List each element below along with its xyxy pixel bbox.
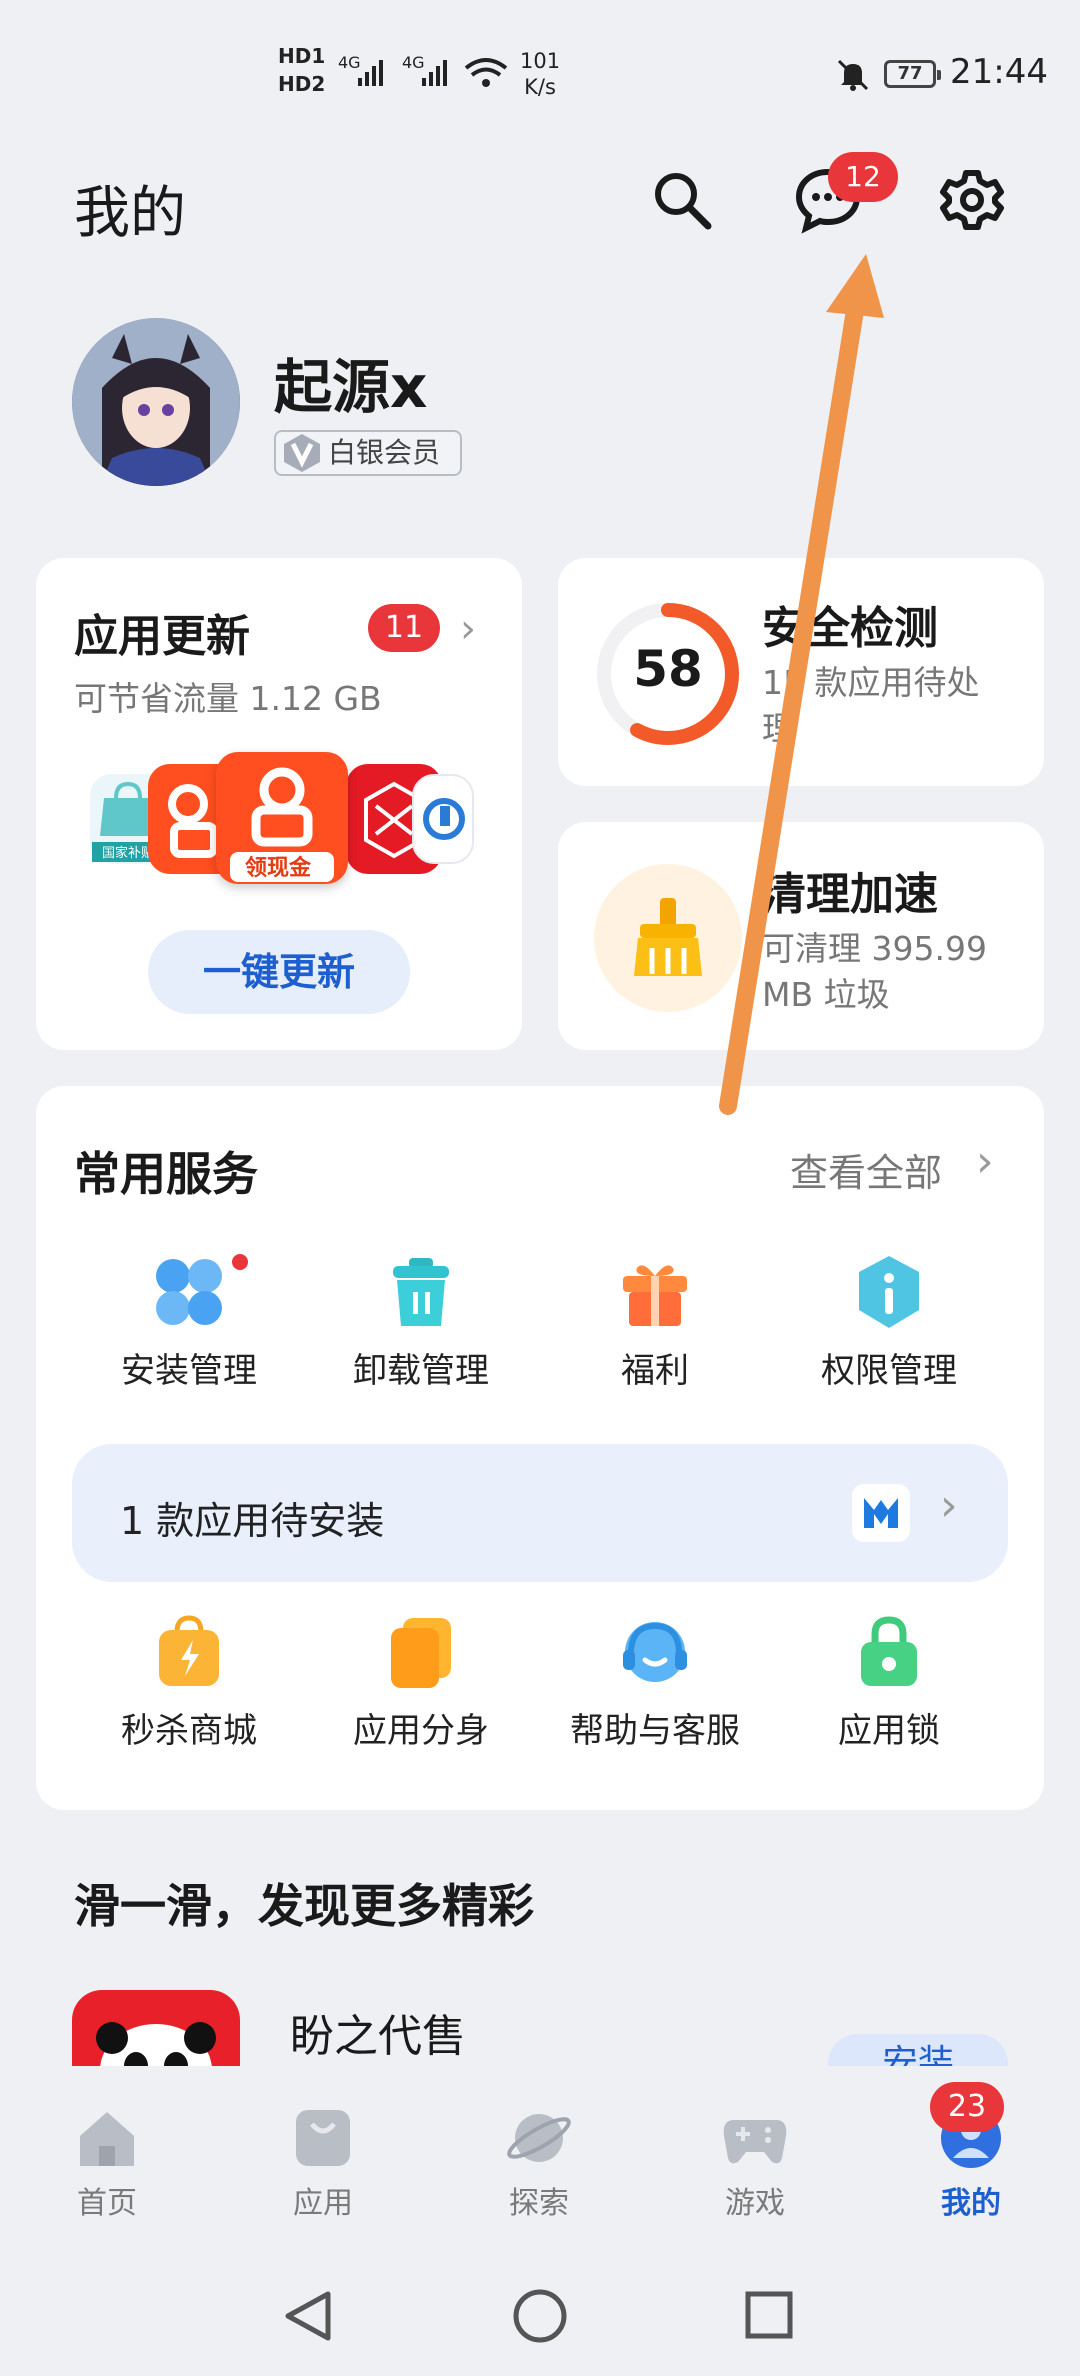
install-manage-icon	[156, 1259, 222, 1325]
sim-indicators: HD1 HD2	[278, 42, 325, 98]
service-label: 帮助与客服	[570, 1711, 740, 1751]
pending-app-icon	[852, 1484, 910, 1542]
uninstall-trash-icon	[393, 1258, 449, 1326]
recommended-app-name: 盼之代售	[290, 2011, 466, 2062]
gift-icon	[623, 1265, 687, 1326]
mine-badge: 23	[930, 2082, 1004, 2132]
nav-home[interactable]: 首页	[32, 2106, 182, 2222]
lock-icon	[861, 1616, 917, 1686]
kuaishou-featured-icon: 领现金	[216, 752, 348, 884]
speed-unit: K/s	[524, 75, 556, 99]
settings-gear-icon[interactable]	[934, 162, 1010, 238]
net-speed: 101 K/s	[520, 48, 560, 100]
service-help-support[interactable]: 帮助与客服	[540, 1610, 770, 1752]
clock: 21:44	[950, 52, 1048, 92]
update-all-button[interactable]: 一键更新	[148, 930, 410, 1014]
new-indicator-dot	[232, 1254, 248, 1270]
cash-reward-label: 领现金	[245, 855, 312, 881]
ccb-icon	[412, 774, 474, 864]
security-score: 58	[633, 640, 703, 698]
speed-value: 101	[520, 49, 561, 73]
pending-install-text: 1 款应用待安装	[120, 1499, 385, 1543]
honor-subsidy-label: 国家补贴	[102, 845, 154, 861]
service-label: 福利	[621, 1351, 689, 1391]
cleanup-subtitle: 可清理 395.99 MB 垃圾	[762, 929, 987, 1014]
search-icon[interactable]	[644, 162, 720, 238]
app-clone-icon	[391, 1618, 451, 1688]
service-label: 卸载管理	[353, 1351, 489, 1391]
discover-title: 滑一滑，发现更多精彩	[74, 1879, 534, 1933]
service-benefits[interactable]: 福利	[540, 1250, 770, 1392]
nav-apps[interactable]: 应用	[248, 2106, 398, 2222]
username: 起源x	[274, 353, 428, 421]
service-app-lock[interactable]: 应用锁	[774, 1610, 1004, 1752]
service-label: 权限管理	[821, 1351, 957, 1391]
view-all-link[interactable]: 查看全部	[790, 1142, 942, 1197]
app-update-title: 应用更新	[74, 611, 250, 662]
status-bar: HD1 HD2 4G 4G 101 K/s 77 21:44	[0, 0, 1080, 140]
nav-label: 首页	[77, 2186, 137, 2221]
hd1-label: HD1	[278, 44, 326, 68]
nav-label: 我的	[941, 2186, 1001, 2221]
service-permission-manage[interactable]: 权限管理	[774, 1250, 1004, 1392]
service-uninstall-manage[interactable]: 卸载管理	[306, 1250, 536, 1392]
cleanup-title: 清理加速	[762, 869, 938, 920]
mute-bell-icon	[837, 59, 869, 91]
security-subtitle: 15 款应用待处理	[762, 663, 980, 748]
home-circle-icon	[513, 2289, 567, 2343]
service-install-manage[interactable]: 安装管理	[74, 1250, 304, 1392]
support-headset-icon	[623, 1622, 687, 1682]
security-title: 安全检测	[762, 603, 938, 654]
battery-icon: 77	[884, 60, 941, 88]
service-label: 秒杀商城	[121, 1711, 257, 1751]
page-title: 我的	[74, 181, 186, 246]
app-store-bag-icon	[296, 2110, 350, 2166]
net1-label: 4G	[338, 53, 361, 72]
chevron-right-icon: ›	[460, 606, 476, 652]
chevron-right-icon: ›	[976, 1136, 994, 1187]
nav-games[interactable]: 游戏	[680, 2106, 830, 2222]
back-icon	[285, 2291, 331, 2341]
app-update-subtitle: 可节省流量 1.12 GB	[74, 679, 382, 718]
service-label: 安装管理	[121, 1351, 257, 1391]
system-navigation-bar	[285, 2289, 793, 2343]
service-app-clone[interactable]: 应用分身	[306, 1610, 536, 1752]
service-label: 应用锁	[838, 1711, 940, 1751]
nav-explore[interactable]: 探索	[464, 2106, 614, 2222]
permission-shield-icon	[859, 1256, 919, 1328]
message-count-badge: 12	[828, 152, 898, 202]
avatar[interactable]	[72, 318, 240, 486]
home-icon	[80, 2112, 134, 2166]
hd2-label: HD2	[278, 72, 326, 96]
services-title: 常用服务	[74, 1147, 258, 1201]
flash-bag-icon	[159, 1615, 219, 1686]
nav-label: 探索	[509, 2186, 569, 2221]
app-update-count-badge: 11	[368, 604, 440, 652]
service-label: 应用分身	[353, 1711, 489, 1751]
nav-label: 应用	[293, 2186, 353, 2221]
chevron-right-icon: ›	[940, 1480, 958, 1531]
broom-icon	[594, 864, 742, 1012]
panda-app-icon[interactable]	[72, 1990, 240, 2070]
recents-icon	[745, 2291, 793, 2339]
gamepad-icon	[723, 2120, 787, 2164]
signal-icon: 4G 4G	[338, 53, 508, 87]
planet-icon	[507, 2114, 571, 2162]
service-flash-mall[interactable]: 秒杀商城	[74, 1610, 304, 1752]
silver-member-icon	[284, 434, 320, 472]
net2-label: 4G	[402, 53, 425, 72]
nav-label: 游戏	[725, 2186, 785, 2221]
